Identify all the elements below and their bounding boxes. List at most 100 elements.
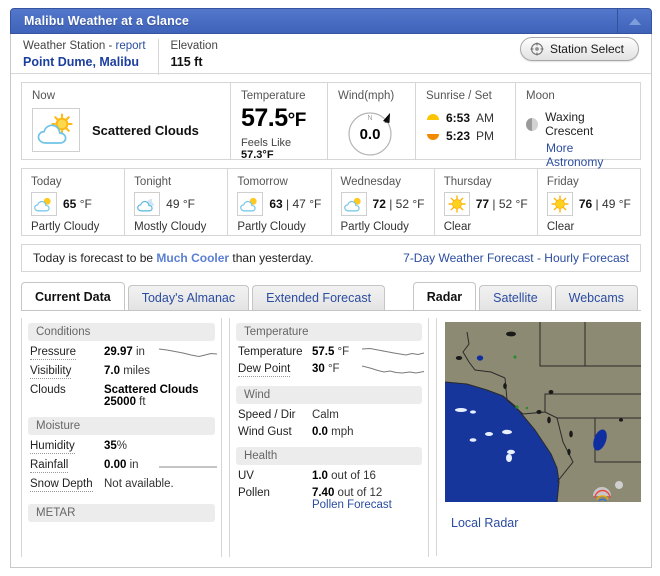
forecast-day-tomorrow[interactable]: Tomorrow 63 | 47 °F Partly Cloudy <box>227 169 330 235</box>
temperature-panel: Temperature Temperature 57.5 °F Dew Poin… <box>228 318 429 557</box>
station-name[interactable]: Point Dume, Malibu <box>23 54 146 71</box>
row-value-number: 1.0 <box>311 470 328 482</box>
row-key: UV <box>237 470 254 482</box>
weather-station-cell: Weather Station - report Point Dume, Mal… <box>11 39 159 75</box>
more-astronomy-link[interactable]: More Astronomy <box>526 141 630 169</box>
section-header-temperature: Temperature <box>235 323 422 341</box>
report-link[interactable]: report <box>115 40 145 52</box>
partly-cloudy-icon <box>240 197 257 212</box>
forecast-desc: Clear <box>443 221 472 233</box>
elevation-cell: Elevation 115 ft <box>159 39 230 75</box>
row-value-unit: in <box>132 346 145 358</box>
data-row-snow-depth: Snow Depth Not available. <box>22 473 221 492</box>
row-value-number: 0.0 <box>311 426 328 438</box>
partly-cloudy-icon <box>37 113 73 144</box>
mostly-cloudy-night-icon <box>137 199 155 212</box>
row-value-number: 30 <box>311 363 325 375</box>
row-value-number: 29.97 <box>104 346 133 358</box>
row-key[interactable]: Humidity <box>30 440 75 454</box>
row-value-number: 0.00 <box>104 459 127 471</box>
weather-frame: Weather Station - report Point Dume, Mal… <box>10 34 652 568</box>
collapse-panel-button[interactable] <box>617 9 651 33</box>
forecast-day-tonight[interactable]: Tonight 49 °F Mostly Cloudy <box>124 169 227 235</box>
forecast-day-today[interactable]: Today 65 °F Partly Cloudy <box>22 169 124 235</box>
forecast-high: 65 <box>63 197 77 211</box>
row-key[interactable]: Visibility <box>30 365 72 379</box>
tab-webcams[interactable]: Webcams <box>554 285 638 310</box>
moon-heading: Moon <box>526 90 555 102</box>
sunrise-sunset-column: Sunrise / Set 6:53 AM 5:23 PM <box>415 83 515 159</box>
forecast-low: 52 <box>395 197 410 211</box>
wind-compass-dial: N 0.0 <box>347 112 392 156</box>
current-conditions-panel: Now Scattered Clouds Temperature 57.5°F … <box>21 82 641 169</box>
section-header-health: Health <box>235 447 422 465</box>
row-value: 0.0 mph <box>312 426 420 438</box>
forecast-icon-box <box>134 192 161 216</box>
sunrise-time: 6:53 <box>446 111 471 125</box>
forecast-strip: Today 65 °F Partly Cloudy Tonight 49 °F … <box>21 168 641 236</box>
forecast-day-friday[interactable]: Friday 76 | 49 °F Clear <box>536 169 640 235</box>
temperature-column: Temperature 57.5°F Feels Like 57.3°F <box>230 83 327 161</box>
forecast-desc: Partly Cloudy <box>340 221 409 233</box>
sunrise-row: 6:53 AM <box>426 109 505 127</box>
forecast-day-thursday[interactable]: Thursday 77 | 52 °F Clear <box>433 169 537 235</box>
tabs-area: Current Data Today's Almanac Extended Fo… <box>21 282 641 310</box>
row-value-unit: °F <box>324 363 340 375</box>
forecast-links[interactable]: 7-Day Weather Forecast - Hourly Forecast <box>403 251 629 265</box>
wind-column: Wind(mph) N 0.0 <box>327 83 415 159</box>
tab-satellite[interactable]: Satellite <box>479 285 552 310</box>
row-key[interactable]: Dew Point <box>237 363 291 377</box>
forecast-temps: 65 °F <box>63 197 92 211</box>
tab-current-data[interactable]: Current Data <box>21 282 125 310</box>
forecast-icon-box <box>237 192 264 216</box>
forecast-high: 77 <box>475 197 490 211</box>
moon-phase-row: Waxing Crescent <box>526 110 630 138</box>
forecast-day-label: Today <box>31 176 62 188</box>
local-radar-link[interactable]: Local Radar <box>451 516 641 530</box>
sunny-icon <box>551 195 569 213</box>
compass-north-label: N <box>367 115 372 122</box>
elevation-label: Elevation <box>170 40 218 52</box>
row-key[interactable]: Snow Depth <box>30 478 93 492</box>
section-header-wind: Wind <box>235 386 422 404</box>
tab-todays-almanac[interactable]: Today's Almanac <box>127 285 250 310</box>
data-row-temperature: Temperature 57.5 °F <box>230 341 428 358</box>
dew-point-sparkline <box>362 365 424 374</box>
row-value-unit: in <box>126 459 139 471</box>
current-temperature-unit: °F <box>287 110 307 131</box>
sunset-time: 5:23 <box>446 129 471 143</box>
forecast-day-label: Wednesday <box>340 176 402 188</box>
row-key: Wind Gust <box>237 426 292 438</box>
forecast-day-label: Friday <box>546 176 579 188</box>
forecast-day-wednesday[interactable]: Wednesday 72 | 52 °F Partly Cloudy <box>330 169 434 235</box>
forecast-desc: Mostly Cloudy <box>134 221 207 233</box>
feels-like-label: Feels Like <box>241 137 292 149</box>
feels-like: Feels Like 57.3°F <box>241 137 317 161</box>
partly-cloudy-icon <box>343 197 361 212</box>
sunrise-period: AM <box>476 111 495 125</box>
feels-like-unit: °F <box>262 149 274 161</box>
forecast-temps: 76 | 49 °F <box>578 197 631 211</box>
pollen-forecast-link[interactable]: Pollen Forecast <box>312 499 392 511</box>
sunrise-sunset-heading: Sunrise / Set <box>426 90 492 102</box>
station-select-label: Station Select <box>549 42 624 56</box>
weather-station-label: Weather Station - report <box>23 40 146 52</box>
station-select-button[interactable]: Station Select <box>519 37 639 61</box>
row-value-number: 7.0 <box>104 365 120 377</box>
current-temperature-value: 57.5 <box>241 104 288 132</box>
temperature-heading: Temperature <box>241 90 306 102</box>
forecast-unit: °F <box>309 197 322 211</box>
row-key[interactable]: Pressure <box>30 346 77 360</box>
partly-cloudy-icon <box>34 197 51 212</box>
tab-extended-forecast[interactable]: Extended Forecast <box>252 285 386 310</box>
current-temperature: 57.5°F <box>241 104 317 135</box>
forecast-day-label: Tomorrow <box>237 176 288 188</box>
moon-phase-label: Waxing Crescent <box>545 110 594 138</box>
forecast-icon-box <box>340 192 367 216</box>
forecast-unit: °F <box>182 197 196 211</box>
row-key[interactable]: Rainfall <box>30 459 69 473</box>
tabgroup-data: Current Data Today's Almanac Extended Fo… <box>21 282 388 310</box>
tab-radar[interactable]: Radar <box>412 282 477 310</box>
row-value-number: 57.5 <box>311 346 335 358</box>
radar-map-image[interactable] <box>445 322 641 502</box>
